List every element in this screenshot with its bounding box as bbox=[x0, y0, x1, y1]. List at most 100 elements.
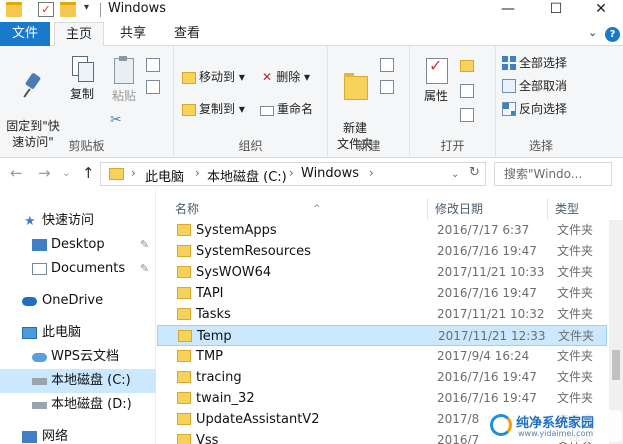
sidebar-item-network[interactable]: 网络 bbox=[0, 425, 156, 444]
chevron-right-icon[interactable]: › bbox=[195, 166, 200, 180]
chevron-right-icon[interactable]: › bbox=[369, 166, 374, 180]
folder-icon bbox=[177, 287, 191, 299]
copy-path-icon[interactable] bbox=[146, 58, 160, 72]
column-divider[interactable] bbox=[427, 198, 428, 220]
search-input[interactable]: 搜索"Windo... bbox=[494, 162, 612, 186]
address-dropdown-icon[interactable]: ⌄ bbox=[451, 169, 459, 180]
sidebar-item-desktop[interactable]: Desktop ✎ bbox=[0, 233, 156, 257]
address-folder-icon bbox=[109, 168, 124, 180]
table-row[interactable]: TAPI 2016/7/16 19:47 文件夹 bbox=[157, 283, 607, 304]
cloud-icon bbox=[22, 297, 37, 306]
up-arrow-icon[interactable]: ↑ bbox=[82, 164, 95, 182]
quick-access-dropdown-icon[interactable]: ▾ bbox=[84, 2, 89, 13]
table-row[interactable]: SysWOW64 2017/11/21 10:33 文件夹 bbox=[157, 262, 607, 283]
file-modified-date: 2017/9/4 16:24 bbox=[437, 349, 530, 363]
delete-x-icon: ✕ bbox=[262, 70, 277, 84]
address-bar[interactable]: › 此电脑 › 本地磁盘 (C:) › Windows › ⌄ ↻ bbox=[100, 162, 486, 186]
file-modified-date: 2016/7/16 19:47 bbox=[437, 391, 537, 405]
rename-button[interactable]: 重命名 bbox=[260, 100, 313, 118]
cut-icon[interactable]: ✂ bbox=[110, 112, 122, 128]
tab-file[interactable]: 文件 bbox=[0, 22, 50, 46]
close-button[interactable]: ✕ bbox=[579, 0, 623, 20]
sidebar-item-label: WPS云文档 bbox=[51, 349, 119, 364]
select-none-button[interactable]: 全部取消 bbox=[502, 77, 567, 95]
column-header-name[interactable]: 名称 ^ bbox=[175, 198, 321, 220]
recent-dropdown-icon[interactable]: ⌄ bbox=[62, 168, 70, 179]
file-name: Tasks bbox=[196, 307, 231, 322]
delete-button[interactable]: ✕ 删除 ▾ bbox=[262, 68, 310, 86]
select-none-icon bbox=[502, 79, 516, 93]
paste-button[interactable]: 粘贴 bbox=[106, 56, 142, 104]
table-row[interactable]: SystemResources 2016/7/16 19:47 文件夹 bbox=[157, 241, 607, 262]
table-row[interactable]: SystemApps 2016/7/17 6:37 文件夹 bbox=[157, 220, 607, 241]
sidebar-item-documents[interactable]: Documents ✎ bbox=[0, 257, 156, 281]
move-to-button[interactable]: 移动到 ▾ bbox=[182, 68, 245, 86]
back-arrow-icon[interactable]: ← bbox=[10, 164, 23, 182]
new-folder-quick-icon[interactable] bbox=[60, 2, 76, 17]
paste-icon bbox=[112, 56, 136, 84]
breadcrumb-this-pc[interactable]: 此电脑 bbox=[145, 166, 184, 185]
properties-button[interactable]: 属性 bbox=[416, 56, 456, 104]
properties-check-icon[interactable]: ✓ bbox=[38, 2, 54, 17]
new-group: 新建 文件夹 新建 bbox=[328, 46, 410, 158]
chevron-right-icon[interactable]: › bbox=[131, 166, 136, 180]
sidebar-item-onedrive[interactable]: OneDrive bbox=[0, 289, 156, 313]
file-name: TAPI bbox=[196, 286, 224, 301]
maximize-button[interactable]: ☐ bbox=[534, 0, 578, 20]
new-item-icon[interactable] bbox=[380, 58, 394, 72]
column-divider[interactable] bbox=[547, 198, 548, 220]
tab-home[interactable]: 主页 bbox=[54, 22, 104, 47]
folder-icon[interactable] bbox=[6, 2, 22, 17]
folder-icon bbox=[177, 266, 191, 278]
table-row[interactable]: TMP 2017/9/4 16:24 文件夹 bbox=[157, 346, 607, 367]
file-type: 文件夹 bbox=[557, 223, 594, 237]
help-icon[interactable]: ? bbox=[605, 27, 620, 42]
breadcrumb-windows[interactable]: Windows bbox=[301, 166, 359, 181]
easy-access-icon[interactable] bbox=[380, 80, 394, 94]
table-row[interactable]: Temp 2017/11/21 12:33 文件夹 bbox=[157, 325, 607, 346]
table-row[interactable]: tracing 2016/7/16 19:47 文件夹 bbox=[157, 367, 607, 388]
column-header-modified[interactable]: 修改日期 bbox=[435, 198, 483, 220]
open-group: 属性 打开 bbox=[410, 46, 496, 158]
desktop-icon bbox=[32, 239, 47, 251]
file-name: tracing bbox=[196, 370, 242, 385]
scrollbar-thumb[interactable] bbox=[612, 350, 620, 380]
file-modified-date: 2017/11/21 10:33 bbox=[437, 265, 545, 279]
open-icon[interactable] bbox=[460, 60, 474, 72]
move-folder-icon bbox=[182, 72, 196, 84]
history-icon[interactable] bbox=[460, 108, 474, 122]
refresh-icon[interactable]: ↻ bbox=[469, 165, 480, 180]
forward-arrow-icon[interactable]: → bbox=[38, 164, 51, 182]
sidebar-item-local-disk-c[interactable]: 本地磁盘 (C:) bbox=[0, 369, 156, 393]
breadcrumb-local-disk-c[interactable]: 本地磁盘 (C:) bbox=[207, 166, 287, 185]
folder-icon bbox=[178, 330, 192, 342]
table-row[interactable]: twain_32 2016/7/16 19:47 文件夹 bbox=[157, 388, 607, 409]
select-all-button[interactable]: 全部选择 bbox=[502, 54, 567, 72]
file-type: 文件夹 bbox=[557, 391, 594, 405]
pin-quick-access-button[interactable]: 固定到"快 速访问" bbox=[4, 56, 62, 150]
select-group-label: 选择 bbox=[528, 139, 553, 153]
copy-to-button[interactable]: 复制到 ▾ bbox=[182, 100, 245, 118]
sidebar-item-local-disk-d[interactable]: 本地磁盘 (D:) bbox=[0, 393, 156, 417]
column-header-type[interactable]: 类型 bbox=[555, 198, 579, 220]
file-type: 文件夹 bbox=[557, 307, 594, 321]
sidebar-item-this-pc[interactable]: 此电脑 bbox=[0, 321, 156, 345]
invert-selection-button[interactable]: 反向选择 bbox=[502, 100, 567, 118]
tab-view[interactable]: 查看 bbox=[162, 22, 212, 46]
tab-share[interactable]: 共享 bbox=[108, 22, 158, 46]
edit-icon[interactable] bbox=[460, 84, 474, 98]
chevron-right-icon[interactable]: › bbox=[289, 166, 294, 180]
sidebar-item-label: OneDrive bbox=[42, 293, 104, 308]
ribbon-collapse-icon[interactable]: ⌄ bbox=[588, 26, 597, 39]
drive-icon bbox=[32, 402, 47, 409]
title-separator bbox=[100, 3, 101, 17]
paste-shortcut-icon[interactable] bbox=[146, 80, 160, 94]
folder-icon bbox=[177, 350, 191, 362]
sidebar-item-label: Documents bbox=[51, 261, 126, 276]
sidebar-item-wps-cloud[interactable]: WPS云文档 bbox=[0, 345, 156, 369]
copy-button[interactable]: 复制 bbox=[64, 56, 100, 102]
table-row[interactable]: Tasks 2017/11/21 10:32 文件夹 bbox=[157, 304, 607, 325]
minimize-button[interactable]: — bbox=[486, 0, 530, 20]
folder-icon bbox=[177, 434, 191, 444]
sidebar-item-quick-access[interactable]: ★ 快速访问 bbox=[0, 209, 156, 233]
